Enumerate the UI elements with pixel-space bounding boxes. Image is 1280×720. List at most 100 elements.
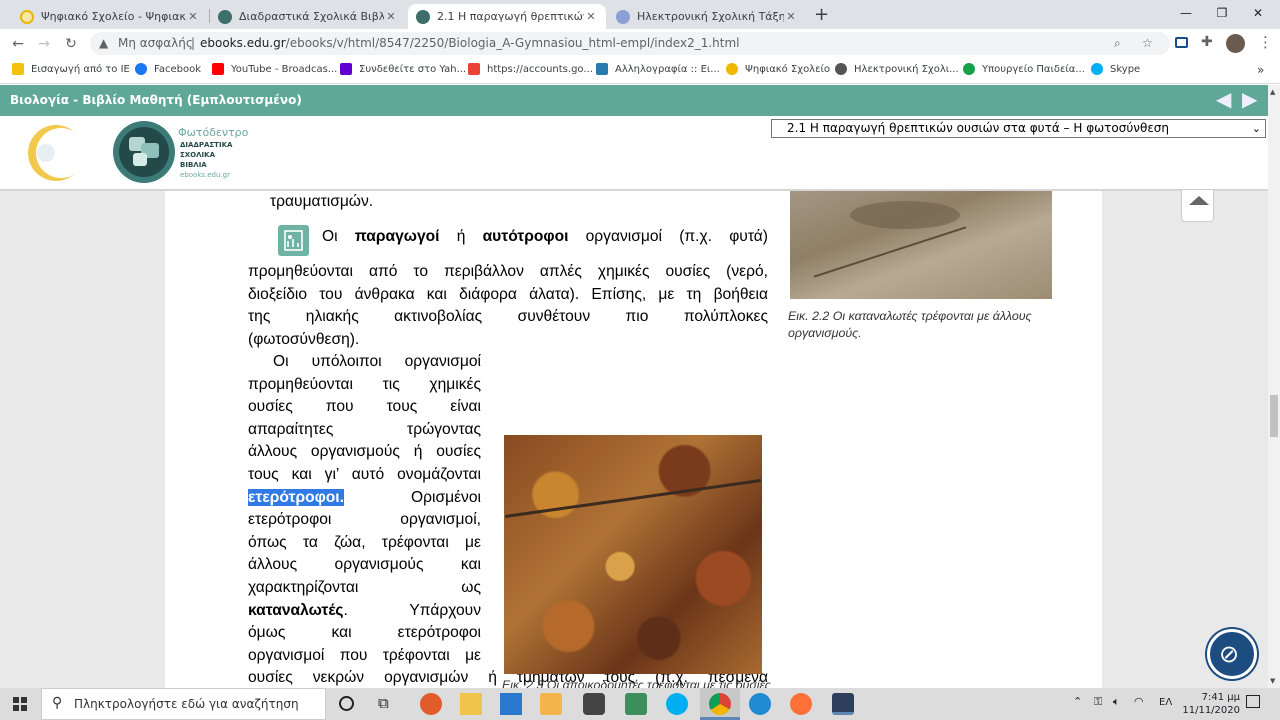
concept-map-icon[interactable] bbox=[278, 225, 309, 256]
prev-page-icon[interactable]: ◀ bbox=[1216, 88, 1238, 110]
bookmark-ilektroniki[interactable]: Ηλεκτρονική Σχολι... bbox=[835, 63, 959, 75]
caption-fig-2-2: Εικ. 2.2 Οι καταναλωτές τρέφονται με άλλ… bbox=[788, 309, 1032, 340]
facebook-icon bbox=[135, 63, 147, 75]
menu-icon[interactable]: ⋮ bbox=[1258, 33, 1273, 51]
reload-icon[interactable]: ↻ bbox=[60, 33, 82, 55]
skype-taskbar-icon[interactable] bbox=[666, 693, 688, 715]
bookmark-import-ie[interactable]: Εισαγωγή από το IE bbox=[12, 63, 130, 75]
scroll-up-arrow-icon[interactable]: ▲ bbox=[1270, 88, 1275, 96]
tab-psifiako-sxoleio[interactable]: Ψηφιακό Σχολείο - Ψηφιακό Εκπ ✕ bbox=[12, 4, 208, 29]
tab-favicon-icon bbox=[416, 9, 430, 24]
bookmark-google-accounts[interactable]: https://accounts.go... bbox=[468, 63, 593, 75]
extensions-icon[interactable]: ✚ bbox=[1201, 34, 1213, 50]
close-window-icon[interactable]: ✕ bbox=[1243, 3, 1273, 23]
tab-close-icon[interactable]: ✕ bbox=[186, 10, 200, 23]
url-text[interactable]: ebooks.edu.gr/ebooks/v/html/8547/2250/Bi… bbox=[200, 32, 740, 55]
cortana-icon[interactable] bbox=[339, 696, 354, 711]
minimize-icon[interactable]: — bbox=[1171, 3, 1201, 23]
file-explorer-icon[interactable] bbox=[460, 693, 482, 715]
app-icon-remote[interactable] bbox=[832, 693, 854, 715]
paragraph-producers: προμηθεύονται από το περιβάλλον απλές χη… bbox=[248, 263, 768, 348]
figure-2-2-image bbox=[790, 191, 1052, 299]
tab-ilektroniki-taxi[interactable]: Ηλεκτρονική Σχολική Τάξη (η-Τά ✕ bbox=[608, 4, 806, 29]
chrome-taskbar-button[interactable] bbox=[700, 688, 740, 720]
bookmarks-bar: Εισαγωγή από το IE Facebook YouTube - Br… bbox=[0, 58, 1280, 84]
notifications-icon[interactable] bbox=[1246, 695, 1260, 708]
bookmark-facebook[interactable]: Facebook bbox=[135, 63, 201, 75]
bookmark-psifiako-sxoleio[interactable]: Ψηφιακό Σχολείο bbox=[726, 63, 830, 75]
eye-slash-icon: ⊘ bbox=[1219, 640, 1240, 668]
tab-title: Ηλεκτρονική Σχολική Τάξη (η-Τά bbox=[637, 10, 784, 23]
photodentro-logo-icon[interactable] bbox=[111, 119, 177, 185]
app-icon-green[interactable] bbox=[625, 693, 647, 715]
profile-avatar[interactable] bbox=[1226, 34, 1245, 53]
taskbar-search-box[interactable]: ⚲ Πληκτρολογήστε εδώ για αναζήτηση bbox=[41, 688, 326, 720]
scroll-down-arrow-icon[interactable]: ▼ bbox=[1270, 677, 1275, 685]
page-scrollbar[interactable]: ▲ ▼ bbox=[1268, 85, 1280, 688]
ministry-icon bbox=[963, 63, 975, 75]
text-line-travmatismon: τραυματισμών. bbox=[270, 193, 374, 210]
bookmark-sch-mail[interactable]: Αλληλογραφία :: Ει... bbox=[596, 63, 720, 75]
chapter-select[interactable]: 2.1 Η παραγωγή θρεπτικών ουσιών στα φυτά… bbox=[771, 119, 1266, 138]
address-bar[interactable]: ▲ Μη ασφαλής | ebooks.edu.gr/ebooks/v/ht… bbox=[90, 32, 1170, 55]
next-page-icon[interactable]: ▶ bbox=[1242, 88, 1264, 110]
windows-taskbar: ⚲ Πληκτρολογήστε εδώ για αναζήτηση ⧉ ⌃ ⚿… bbox=[0, 688, 1280, 720]
tab-favicon-icon bbox=[616, 9, 630, 24]
psifiako-icon bbox=[726, 63, 738, 75]
tab-close-icon[interactable]: ✕ bbox=[784, 10, 798, 23]
bookmark-skype[interactable]: Skype bbox=[1091, 63, 1140, 75]
maximize-icon[interactable]: ❐ bbox=[1207, 3, 1237, 23]
zoom-icon[interactable]: ⌕ bbox=[1114, 32, 1121, 55]
gmail-icon bbox=[468, 63, 480, 75]
logo-bar: Φωτόδεντρο ΔΙΑΔΡΑΣΤΙΚΑ ΣΧΟΛΙΚΑ ΒΙΒΛΙΑ eboo… bbox=[0, 116, 1268, 191]
tab-active-biologia[interactable]: 2.1 Η παραγωγή θρεπτικών ουσ ✕ bbox=[408, 4, 606, 29]
network-icon[interactable]: ⚿ bbox=[1094, 695, 1102, 709]
star-icon[interactable]: ☆ bbox=[1142, 32, 1153, 55]
windows-start-icon[interactable] bbox=[13, 697, 27, 711]
tab-strip: Ψηφιακό Σχολείο - Ψηφιακό Εκπ ✕ Διαδραστ… bbox=[0, 0, 1280, 29]
scrollbar-thumb[interactable] bbox=[1270, 395, 1278, 437]
youtube-icon bbox=[212, 63, 224, 75]
edge-icon[interactable] bbox=[749, 693, 771, 715]
book-content: Εικ. 2.2 Οι καταναλωτές τρέφονται με άλλ… bbox=[165, 189, 1214, 688]
scroll-top-button[interactable] bbox=[1181, 189, 1214, 222]
new-tab-icon[interactable]: + bbox=[814, 4, 829, 25]
chevron-down-icon: ⌄ bbox=[1251, 122, 1261, 135]
tray-chevron-icon[interactable]: ⌃ bbox=[1073, 695, 1082, 708]
back-icon[interactable]: ← bbox=[7, 33, 29, 55]
caption-fig-2-3: Εικ. 2.3 Οι αποικοδομητές τρέφονται με τ… bbox=[502, 678, 771, 688]
tab-title: 2.1 Η παραγωγή θρεπτικών ουσ bbox=[437, 10, 584, 23]
app-icon-1[interactable] bbox=[420, 693, 442, 715]
wifi-icon[interactable]: ◠ bbox=[1134, 695, 1144, 708]
bookmark-yahoo[interactable]: Συνδεθείτε στο Yah... bbox=[340, 63, 466, 75]
accessibility-button[interactable]: ⊘ bbox=[1207, 629, 1257, 679]
tab-diadrastika-vivlia[interactable]: Διαδραστικά Σχολικά Βιβλία - Βι ✕ bbox=[210, 4, 406, 29]
arrow-up-icon bbox=[1189, 196, 1209, 205]
security-label[interactable]: Μη ασφαλής bbox=[118, 32, 193, 55]
logo-text-block: ΔΙΑΔΡΑΣΤΙΚΑ ΣΧΟΛΙΚΑ ΒΙΒΛΙΑ ebooks.edu.gr bbox=[180, 141, 233, 179]
folder-icon bbox=[12, 63, 24, 75]
search-placeholder: Πληκτρολογήστε εδώ για αναζήτηση bbox=[74, 697, 299, 711]
figure-2-3-leaves-image bbox=[504, 435, 762, 674]
tab-close-icon[interactable]: ✕ bbox=[384, 10, 398, 23]
clock[interactable]: 7:41 μμ 11/11/2020 bbox=[1180, 691, 1240, 717]
volume-icon[interactable]: 🔈︎ bbox=[1113, 695, 1120, 709]
psifiako-sxoleio-logo[interactable] bbox=[26, 120, 86, 186]
language-indicator[interactable]: ΕΛ bbox=[1159, 697, 1172, 708]
warning-icon[interactable]: ▲ bbox=[99, 32, 108, 55]
cast-extension-icon[interactable] bbox=[1175, 37, 1188, 48]
app-icon-dark[interactable] bbox=[583, 693, 605, 715]
sch-icon bbox=[596, 63, 608, 75]
page-viewport: Βιολογία - Βιβλίο Μαθητή (Εμπλουτισμένο)… bbox=[0, 85, 1268, 688]
bookmark-youtube[interactable]: YouTube - Broadcas... bbox=[212, 63, 337, 75]
task-view-icon[interactable]: ⧉ bbox=[378, 694, 389, 712]
more-bookmarks-icon[interactable]: » bbox=[1257, 63, 1264, 77]
bookmark-ypourgeio[interactable]: Υπουργείο Παιδεία... bbox=[963, 63, 1085, 75]
mail-icon[interactable] bbox=[500, 693, 522, 715]
tab-close-icon[interactable]: ✕ bbox=[584, 10, 598, 23]
firefox-icon[interactable] bbox=[790, 693, 812, 715]
forward-icon[interactable]: → bbox=[33, 33, 55, 55]
selected-word-heterotrophs[interactable]: ετερότροφοι. bbox=[248, 488, 344, 506]
globe-icon bbox=[835, 63, 847, 75]
media-icon[interactable] bbox=[540, 693, 562, 715]
